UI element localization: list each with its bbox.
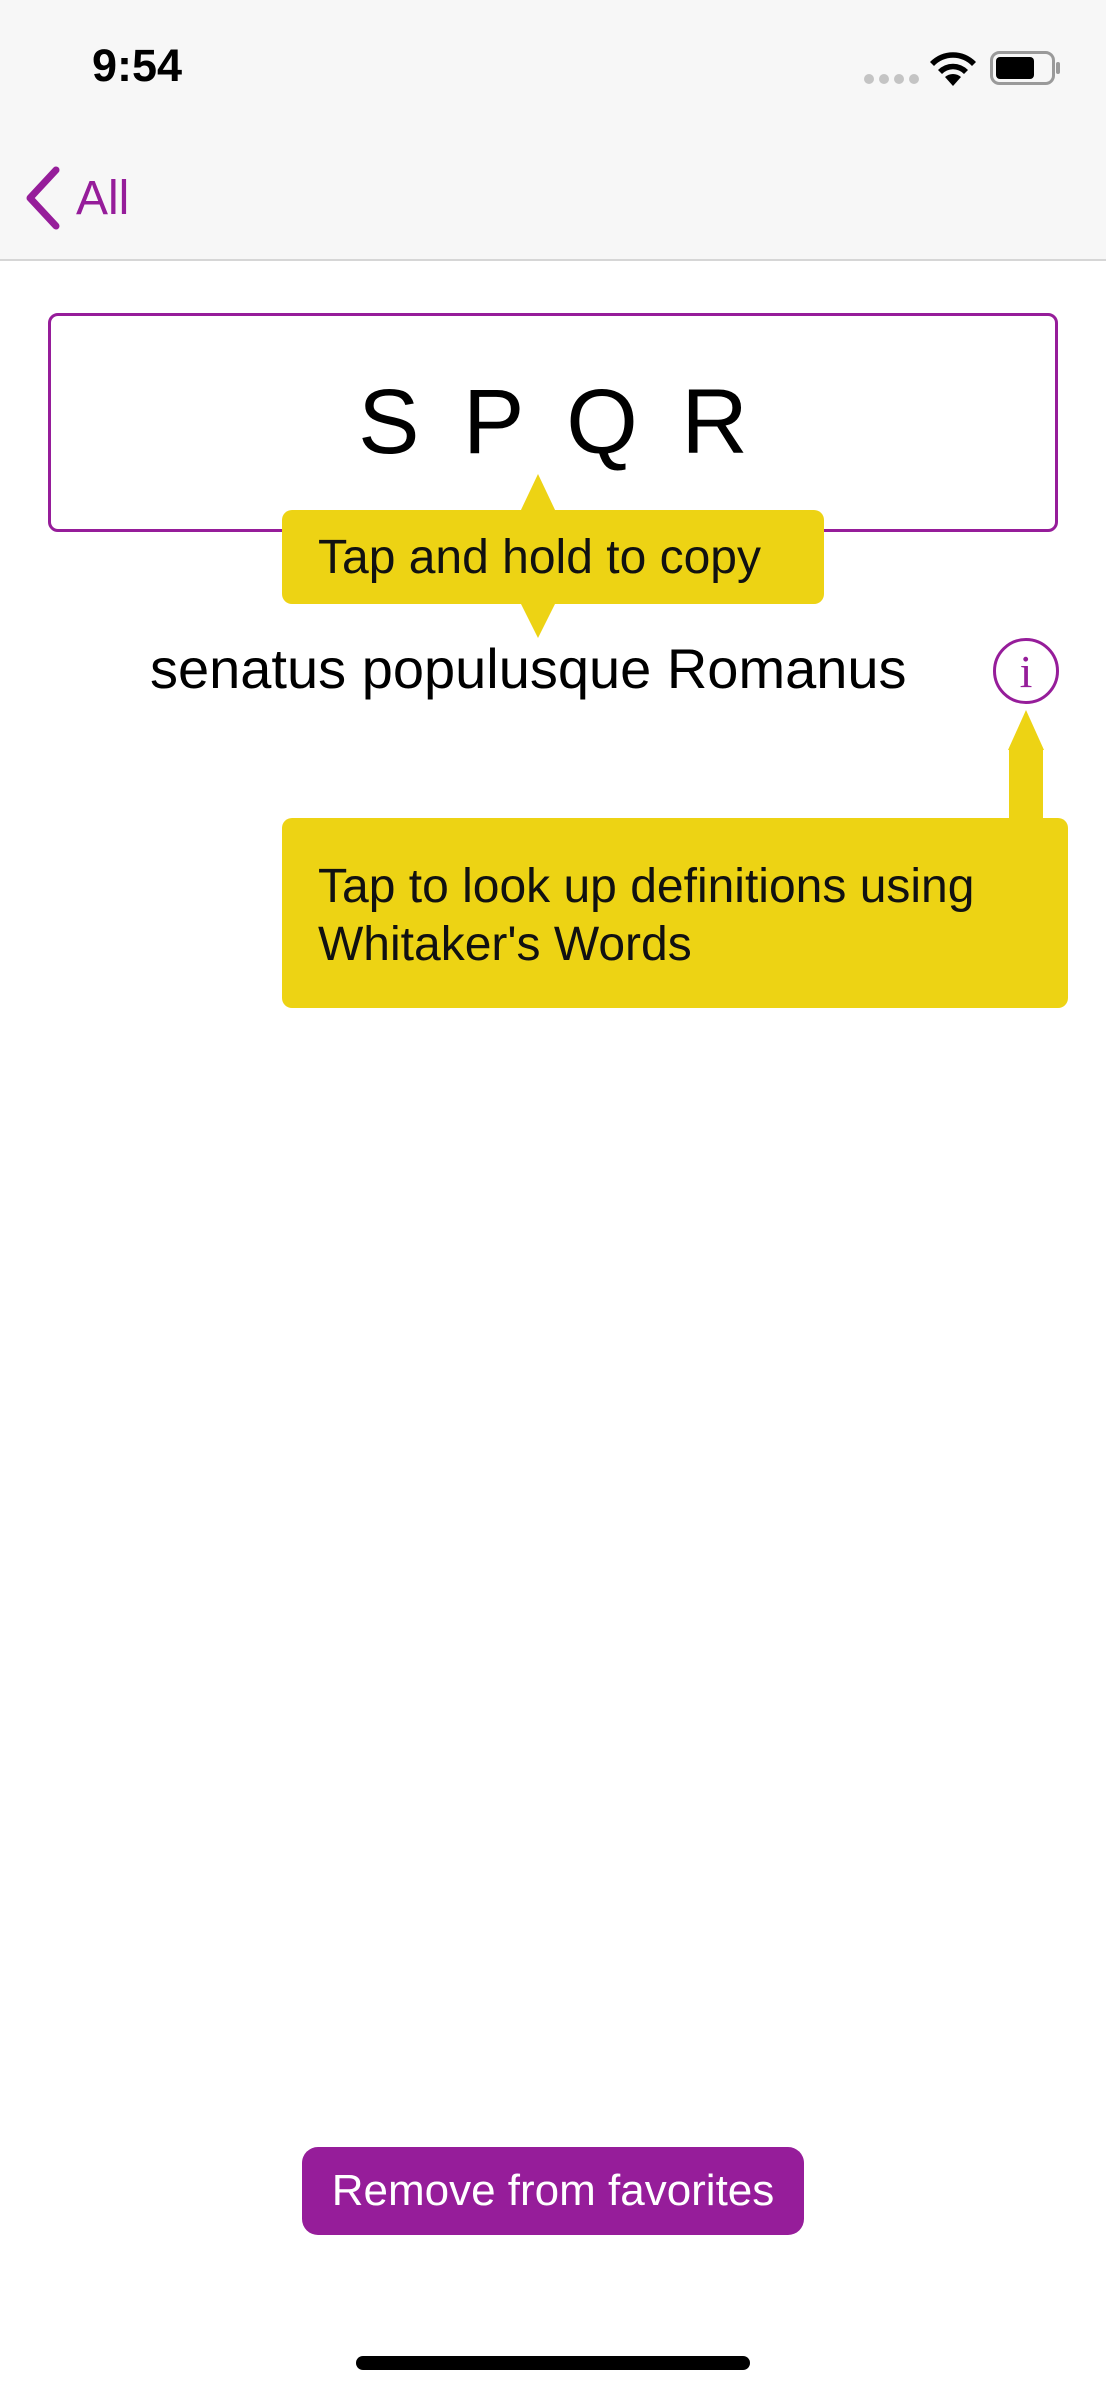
- lookup-hint-line2: Whitaker's Words: [318, 918, 692, 971]
- home-indicator[interactable]: [356, 2356, 750, 2370]
- copy-hint-text: Tap and hold to copy: [318, 530, 761, 584]
- back-label: All: [76, 171, 130, 225]
- screen: 9:54 All S P Q R Tap and hold to copy se…: [0, 0, 1106, 2395]
- lookup-hint-tooltip: Tap to look up definitions using Whitake…: [282, 818, 1068, 1008]
- expansion-text[interactable]: senatus populusque Romanus: [150, 636, 907, 701]
- chevron-left-icon: [26, 166, 60, 230]
- lookup-hint-line1: Tap to look up definitions using: [318, 860, 975, 913]
- remove-button-label: Remove from favorites: [331, 2166, 775, 2215]
- navigation-bar: All: [0, 132, 1106, 261]
- abbreviation-text: S P Q R: [358, 371, 748, 473]
- tooltip-stem: [1009, 748, 1043, 820]
- tooltip-arrow-down: [520, 602, 556, 638]
- copy-hint-tooltip: Tap and hold to copy: [282, 510, 824, 604]
- status-bar: 9:54: [0, 0, 1106, 132]
- battery-icon: [990, 51, 1060, 85]
- signal-dots-icon: [864, 74, 920, 84]
- wifi-icon: [930, 52, 976, 86]
- tooltip-arrow-up: [1008, 710, 1044, 750]
- info-button[interactable]: i: [993, 638, 1059, 704]
- info-icon: i: [1019, 646, 1033, 697]
- remove-from-favorites-button[interactable]: Remove from favorites: [302, 2147, 804, 2235]
- status-time: 9:54: [92, 40, 183, 91]
- back-button[interactable]: All: [22, 160, 129, 236]
- tooltip-arrow-up: [520, 474, 556, 512]
